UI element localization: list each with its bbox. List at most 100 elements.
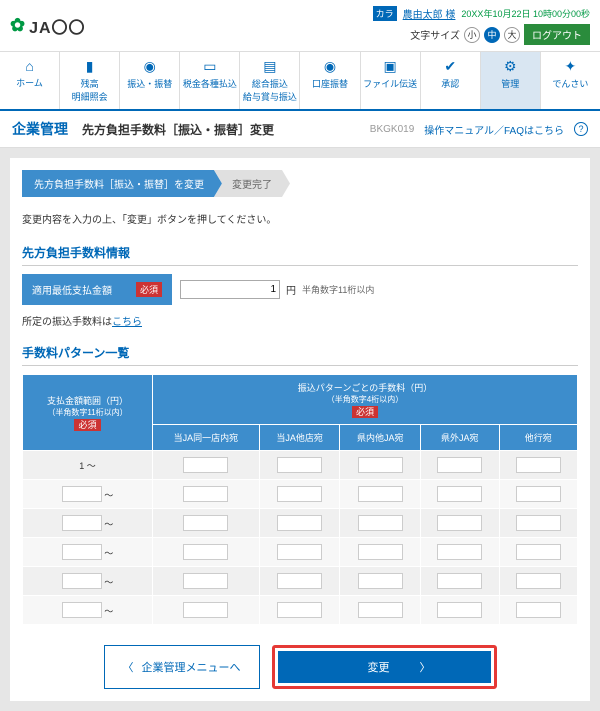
fee-input[interactable]: [516, 573, 561, 589]
fee-input[interactable]: [358, 544, 403, 560]
range-from-input[interactable]: [62, 602, 102, 618]
fee-cell: [499, 596, 577, 625]
fee-link[interactable]: こちら: [112, 317, 142, 328]
step-indicator: 先方負担手数料［振込・振替］を変更 変更完了: [22, 170, 578, 197]
fee-cell: [421, 538, 499, 567]
font-large-button[interactable]: 大: [504, 27, 520, 43]
fee-pattern-table: 支払金額範囲（円） （半角数字11桁以内） 必須 振込パターンごとの手数料（円）…: [22, 374, 578, 625]
fee-input[interactable]: [437, 602, 482, 618]
fee-cell: [340, 451, 421, 480]
nav-payroll[interactable]: ▤総合振込 給与賞与振込: [239, 52, 299, 109]
nav-file[interactable]: ▣ファイル伝送: [360, 52, 420, 109]
fee-cell: [421, 596, 499, 625]
screen-id: BKGK019: [370, 124, 414, 135]
fee-input[interactable]: [277, 544, 322, 560]
required-badge: 必須: [136, 282, 162, 297]
range-cell: 1 ～: [23, 451, 153, 480]
page-category: 企業管理: [12, 119, 68, 139]
fee-input[interactable]: [277, 486, 322, 502]
fee-input[interactable]: [516, 544, 561, 560]
fee-input[interactable]: [183, 544, 228, 560]
fee-input[interactable]: [358, 457, 403, 473]
fee-input[interactable]: [437, 515, 482, 531]
help-icon[interactable]: ?: [574, 122, 588, 136]
fee-cell: [340, 538, 421, 567]
required-badge: 必須: [74, 419, 100, 431]
input-note: 半角数字11桁以内: [302, 283, 374, 296]
fee-input[interactable]: [277, 573, 322, 589]
main-nav: ⌂ホーム ▮残高 明細照会 ◉振込・振替 ▭税金各種払込 ▤総合振込 給与賞与振…: [0, 51, 600, 111]
nav-account[interactable]: ◉口座振替: [299, 52, 359, 109]
user-name[interactable]: 農由太郎 様: [403, 6, 456, 21]
fee-cell: [499, 538, 577, 567]
fee-input[interactable]: [183, 573, 228, 589]
check-icon: ✔: [423, 58, 478, 75]
fee-input[interactable]: [183, 602, 228, 618]
transfer-icon: ◉: [122, 58, 177, 75]
fee-cell: [259, 538, 340, 567]
fee-cell: [153, 509, 260, 538]
fee-input[interactable]: [516, 486, 561, 502]
fee-input[interactable]: [277, 457, 322, 473]
fee-input[interactable]: [277, 602, 322, 618]
nav-tax[interactable]: ▭税金各種払込: [179, 52, 239, 109]
nav-approve[interactable]: ✔承認: [420, 52, 480, 109]
range-cell: ～: [23, 480, 153, 509]
fee-input[interactable]: [437, 457, 482, 473]
fee-cell: [421, 480, 499, 509]
nav-densai[interactable]: ✦でんさい: [540, 52, 600, 109]
fee-input[interactable]: [437, 486, 482, 502]
faq-link[interactable]: 操作マニュアル／FAQはこちら: [424, 122, 564, 137]
fee-cell: [340, 596, 421, 625]
fee-cell: [259, 567, 340, 596]
section-fee-info-title: 先方負担手数料情報: [22, 244, 578, 266]
fee-cell: [259, 480, 340, 509]
logout-button[interactable]: ログアウト: [524, 24, 590, 45]
unit-label: 円: [286, 282, 296, 297]
font-medium-button[interactable]: 中: [484, 27, 500, 43]
nav-balance[interactable]: ▮残高 明細照会: [59, 52, 119, 109]
fee-cell: [499, 480, 577, 509]
fee-input[interactable]: [516, 515, 561, 531]
step-1: 先方負担手数料［振込・振替］を変更: [22, 170, 222, 197]
fee-cell: [499, 451, 577, 480]
fee-cell: [340, 567, 421, 596]
range-cell: ～: [23, 509, 153, 538]
fee-cell: [259, 596, 340, 625]
fee-input[interactable]: [358, 515, 403, 531]
change-button-highlight: 変更 〉: [272, 645, 497, 689]
nav-admin[interactable]: ⚙管理: [480, 52, 540, 109]
fee-input[interactable]: [516, 602, 561, 618]
nav-transfer[interactable]: ◉振込・振替: [119, 52, 179, 109]
fee-cell: [421, 567, 499, 596]
fee-input[interactable]: [516, 457, 561, 473]
range-from-input[interactable]: [62, 515, 102, 531]
ja-logo-icon: ✿: [10, 15, 25, 36]
range-from-input[interactable]: [62, 486, 102, 502]
back-button[interactable]: 〈 企業管理メニューへ: [104, 645, 260, 689]
fee-cell: [499, 509, 577, 538]
densai-icon: ✦: [543, 58, 598, 75]
fee-input[interactable]: [358, 602, 403, 618]
change-button[interactable]: 変更 〉: [278, 651, 491, 683]
fee-input[interactable]: [183, 486, 228, 502]
fee-input[interactable]: [358, 573, 403, 589]
th-range: 支払金額範囲（円）: [27, 394, 148, 407]
section-pattern-title: 手数料パターン一覧: [22, 344, 578, 366]
fee-input[interactable]: [437, 544, 482, 560]
instruction-text: 変更内容を入力の上、「変更」ボタンを押してください。: [22, 211, 578, 226]
range-from-input[interactable]: [62, 573, 102, 589]
min-amount-input[interactable]: [180, 280, 280, 299]
fee-input[interactable]: [183, 515, 228, 531]
fee-cell: [153, 567, 260, 596]
font-small-button[interactable]: 小: [464, 27, 480, 43]
range-from-input[interactable]: [62, 544, 102, 560]
datetime: 20XX年10月22日 10時00分00秒: [461, 7, 590, 20]
fee-input[interactable]: [437, 573, 482, 589]
range-cell: ～: [23, 538, 153, 567]
fee-input[interactable]: [277, 515, 322, 531]
nav-home[interactable]: ⌂ホーム: [0, 52, 59, 109]
fee-cell: [421, 451, 499, 480]
fee-input[interactable]: [358, 486, 403, 502]
fee-input[interactable]: [183, 457, 228, 473]
